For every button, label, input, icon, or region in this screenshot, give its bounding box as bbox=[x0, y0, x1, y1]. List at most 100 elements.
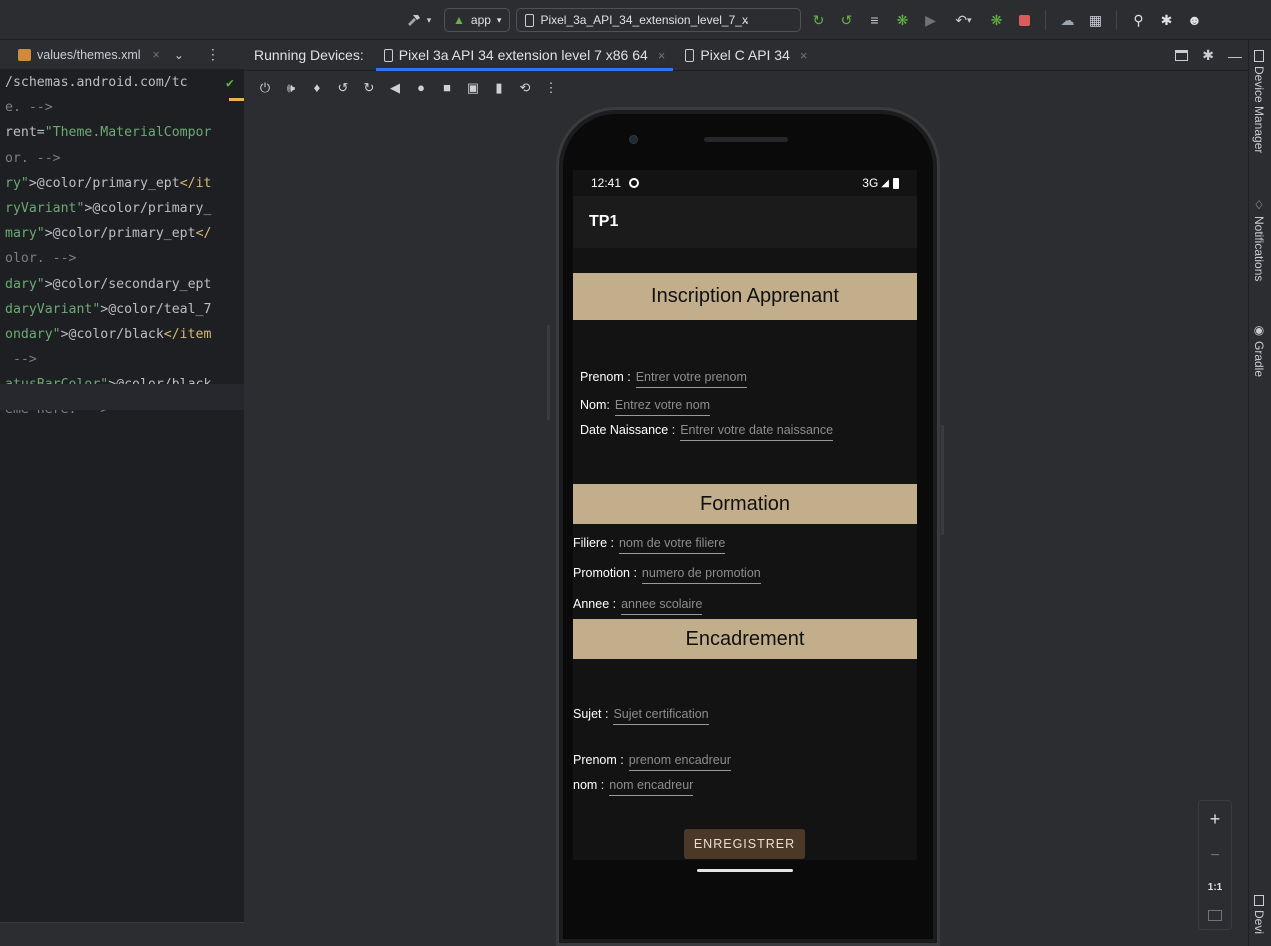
sujet-input[interactable]: Sujet certification bbox=[613, 707, 709, 725]
close-icon[interactable]: × bbox=[658, 48, 666, 63]
bug-sync-icon[interactable]: ❋ bbox=[985, 9, 1007, 31]
volume-up-icon[interactable]: 🕪 bbox=[280, 77, 302, 99]
back-icon[interactable]: ◀ bbox=[384, 77, 406, 99]
more-icon[interactable]: ⋮ bbox=[206, 46, 220, 63]
attach-debugger-icon[interactable]: ↶ ▾ bbox=[947, 9, 979, 31]
nom-field[interactable]: Nom: Entrez votre nom bbox=[580, 398, 711, 416]
sync-icon[interactable]: ☁ bbox=[1056, 9, 1078, 31]
snapshot-icon[interactable]: ⟲ bbox=[514, 77, 536, 99]
code-token: mary" bbox=[5, 226, 45, 242]
zoom-out-button[interactable]: − bbox=[1210, 847, 1219, 865]
close-icon[interactable]: × bbox=[800, 48, 808, 63]
phone-icon bbox=[525, 13, 535, 27]
code-token: daryVariant" bbox=[5, 301, 101, 317]
tab-pixel-3a[interactable]: Pixel 3a API 34 extension level 7 x86 64… bbox=[374, 40, 676, 71]
editor-tab-label: values/themes.xml bbox=[37, 47, 141, 62]
filiere-input[interactable]: nom de votre filiere bbox=[618, 536, 726, 554]
gesture-home-bar[interactable] bbox=[697, 869, 793, 872]
main-toolbar: ▾ ▲ app ▾ Pixel_3a_API_34_extension_leve… bbox=[0, 0, 1271, 40]
date-input[interactable]: Entrer votre date naissance bbox=[680, 423, 834, 441]
debug-icon[interactable]: ❋ bbox=[891, 9, 913, 31]
toolbar-separator bbox=[1045, 10, 1047, 30]
section-inscription: Inscription Apprenant bbox=[573, 273, 917, 320]
run-toolbar-group: ▾ ▲ app ▾ Pixel_3a_API_34_extension_leve… bbox=[398, 7, 1205, 33]
editor-tabbar: values/themes.xml × ⌄ ⋮ bbox=[0, 40, 244, 70]
hammer-icon[interactable]: ▾ bbox=[398, 7, 438, 33]
prenom-encadreur-input[interactable]: prenom encadreur bbox=[628, 753, 731, 771]
field-label: Prenom : bbox=[580, 370, 631, 384]
enregistrer-button[interactable]: ENREGISTRER bbox=[684, 829, 805, 859]
device-manager-icon[interactable]: ▦ bbox=[1084, 9, 1106, 31]
phone-icon bbox=[383, 48, 393, 62]
code-token: >@color/secondary_ept bbox=[44, 276, 212, 292]
annee-input[interactable]: annee scolaire bbox=[621, 597, 703, 615]
annee-field[interactable]: Annee : annee scolaire bbox=[573, 597, 703, 615]
code-lines: /schemas.android.com/tc e. --> rent="Theme… bbox=[0, 70, 244, 423]
run-icon[interactable]: ≡ bbox=[863, 9, 885, 31]
home-icon[interactable]: ● bbox=[410, 77, 432, 99]
gradle-icon: ◉ bbox=[1252, 323, 1266, 337]
promotion-field[interactable]: Promotion : numero de promotion bbox=[573, 566, 761, 584]
code-token: /schemas.android.com/tc bbox=[5, 75, 188, 90]
code-token: >@color/teal_7 bbox=[100, 301, 212, 317]
power-icon[interactable]: ⏻ bbox=[254, 77, 276, 99]
right-tool-strip: Device Manager ♢ Notifications ◉ Gradle … bbox=[1248, 40, 1271, 946]
tool-label: Device Manager bbox=[1252, 66, 1266, 154]
run-config-combo[interactable]: ▲ app ▾ bbox=[444, 8, 511, 32]
notifications-tool[interactable]: ♢ Notifications bbox=[1252, 198, 1266, 281]
window-icon[interactable] bbox=[1175, 50, 1189, 61]
nom-encadreur-input[interactable]: nom encadreur bbox=[609, 778, 694, 796]
editor-status-strip bbox=[0, 922, 244, 946]
screen-record-icon[interactable]: ▮ bbox=[488, 77, 510, 99]
more-icon[interactable]: ⋮ bbox=[540, 77, 562, 99]
prenom-field[interactable]: Prenom : Entrer votre prenom bbox=[580, 370, 747, 388]
apply-code-changes-icon[interactable]: ↺ bbox=[835, 9, 857, 31]
volume-down-icon[interactable]: ♦ bbox=[306, 77, 328, 99]
settings-icon[interactable]: ✱ bbox=[1202, 47, 1214, 64]
zoom-fit-icon[interactable] bbox=[1208, 909, 1222, 921]
nom-input[interactable]: Entrez votre nom bbox=[614, 398, 711, 416]
inspection-ok-icon: ✔ bbox=[226, 76, 234, 91]
code-token: >@color/black bbox=[60, 326, 164, 342]
field-label: Date Naissance : bbox=[580, 423, 676, 437]
tab-pixel-c[interactable]: Pixel C API 34 × bbox=[675, 40, 817, 71]
prenom-input[interactable]: Entrer votre prenom bbox=[635, 370, 747, 388]
device-selector-combo[interactable]: Pixel_3a_API_34_extension_level_7_x̵ bbox=[516, 8, 802, 32]
close-icon[interactable]: × bbox=[153, 48, 160, 62]
running-devices-label: Running Devices: bbox=[254, 47, 364, 63]
screenshot-icon[interactable]: ▣ bbox=[462, 77, 484, 99]
code-line: ondary">@color/black</item bbox=[0, 322, 244, 347]
chevron-down-icon[interactable]: ⌄ bbox=[174, 48, 184, 62]
code-token: "Theme.MaterialCompor bbox=[44, 125, 212, 141]
nom-encadreur-field[interactable]: nom : nom encadreur bbox=[573, 778, 694, 796]
gradle-tool[interactable]: ◉ Gradle bbox=[1252, 323, 1266, 377]
prenom-encadreur-field[interactable]: Prenom : prenom encadreur bbox=[573, 753, 731, 771]
editor-tab-themes[interactable]: values/themes.xml × bbox=[0, 40, 168, 70]
settings-icon[interactable]: ✱ bbox=[1155, 9, 1177, 31]
ide-window: ▾ ▲ app ▾ Pixel_3a_API_34_extension_leve… bbox=[0, 0, 1271, 946]
date-field[interactable]: Date Naissance : Entrer votre date naiss… bbox=[580, 423, 834, 441]
app-title: TP1 bbox=[589, 213, 619, 230]
code-token: rent= bbox=[5, 125, 45, 141]
code-editor[interactable]: /schemas.android.com/tc e. --> rent="Theme… bbox=[0, 70, 244, 922]
device-explorer-tool[interactable]: Devi bbox=[1252, 895, 1266, 934]
device-manager-tool[interactable]: Device Manager bbox=[1252, 50, 1266, 153]
zoom-in-button[interactable]: + bbox=[1210, 809, 1221, 830]
overview-icon[interactable]: ■ bbox=[436, 77, 458, 99]
filiere-field[interactable]: Filiere : nom de votre filiere bbox=[573, 536, 726, 554]
account-icon[interactable]: ☻ bbox=[1183, 9, 1205, 31]
field-label: Filiere : bbox=[573, 536, 614, 550]
zoom-actual-button[interactable]: 1:1 bbox=[1208, 882, 1222, 893]
apply-changes-icon[interactable]: ↻ bbox=[807, 9, 829, 31]
stop-icon[interactable] bbox=[1013, 9, 1035, 31]
minimize-icon[interactable]: — bbox=[1228, 48, 1242, 64]
sujet-field[interactable]: Sujet : Sujet certification bbox=[573, 707, 709, 725]
search-icon[interactable]: ⚲ bbox=[1127, 9, 1149, 31]
rotate-left-icon[interactable]: ↺ bbox=[332, 77, 354, 99]
profile-icon[interactable]: ▶ bbox=[919, 9, 941, 31]
rotate-right-icon[interactable]: ↻ bbox=[358, 77, 380, 99]
code-line: olor. --> bbox=[0, 246, 244, 271]
phone-side-button bbox=[941, 425, 944, 535]
field-label: Nom: bbox=[580, 398, 610, 412]
promotion-input[interactable]: numero de promotion bbox=[641, 566, 761, 584]
